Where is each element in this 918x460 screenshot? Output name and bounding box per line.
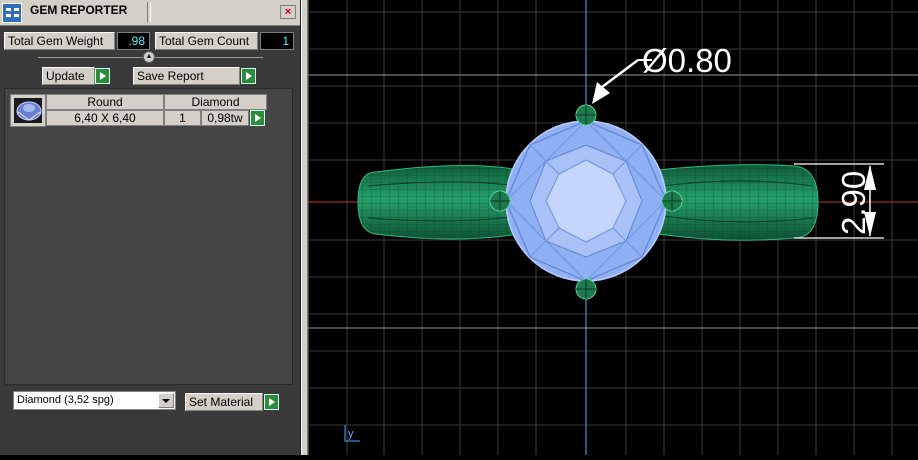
prong-right[interactable] bbox=[661, 190, 683, 212]
gem-material-header: Diamond bbox=[164, 94, 267, 110]
round-gem-icon bbox=[16, 101, 42, 121]
axis-y-label: y bbox=[348, 428, 354, 440]
prong-top[interactable] bbox=[575, 104, 597, 126]
gem-shape-header: Round bbox=[46, 94, 164, 110]
material-select[interactable]: Diamond (3,52 spg) bbox=[13, 391, 176, 410]
prong-bottom[interactable] bbox=[575, 278, 597, 300]
height-label: 2.90 bbox=[835, 171, 872, 235]
gem-count-cell: 1 bbox=[164, 110, 201, 126]
gem-list bbox=[4, 88, 293, 385]
title-bar: GEM REPORTER × bbox=[0, 0, 300, 26]
gem-thumbnail[interactable] bbox=[10, 94, 46, 127]
close-icon: × bbox=[284, 6, 292, 18]
close-button[interactable]: × bbox=[280, 5, 296, 19]
gem-weight-cell: 0,98tw bbox=[201, 110, 249, 126]
diameter-label: Ø0.80 bbox=[642, 42, 732, 79]
gem-reporter-app-icon bbox=[2, 3, 22, 23]
total-gem-weight-value: .98 bbox=[117, 32, 150, 50]
set-material-button[interactable]: Set Material bbox=[185, 393, 263, 411]
update-play-icon[interactable] bbox=[95, 68, 110, 84]
round-diamond-stone[interactable] bbox=[505, 120, 667, 282]
update-button[interactable]: Update bbox=[42, 67, 95, 85]
panel-splitter[interactable] bbox=[301, 0, 308, 455]
total-gem-weight-label: Total Gem Weight bbox=[4, 32, 115, 50]
total-gem-count-value: 1 bbox=[260, 32, 294, 50]
title-separator bbox=[147, 2, 151, 23]
total-gem-count-label: Total Gem Count bbox=[155, 32, 258, 50]
prong-left[interactable] bbox=[489, 190, 511, 212]
save-report-play-icon[interactable] bbox=[241, 68, 256, 84]
gem-size-cell: 6,40 X 6,40 bbox=[46, 110, 164, 126]
gem-row-play-icon[interactable] bbox=[250, 110, 265, 126]
panel-title: GEM REPORTER bbox=[30, 3, 128, 17]
save-report-button[interactable]: Save Report bbox=[133, 67, 240, 85]
set-material-play-icon[interactable] bbox=[264, 394, 279, 410]
chevron-down-icon[interactable] bbox=[158, 393, 174, 408]
viewport-canvas[interactable]: Ø0.80 2.90 y bbox=[308, 0, 918, 455]
3d-viewport[interactable]: Ø0.80 2.90 y bbox=[308, 0, 918, 455]
collapse-toggle-button[interactable] bbox=[143, 51, 155, 63]
